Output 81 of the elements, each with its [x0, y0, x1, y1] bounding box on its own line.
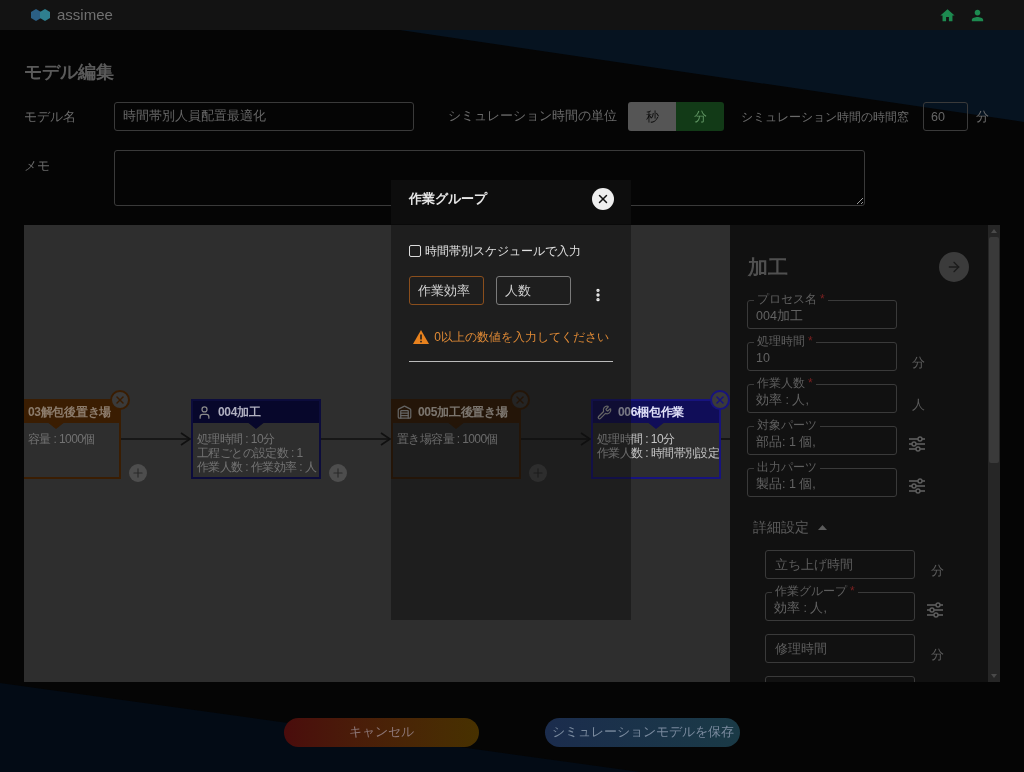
wrench-icon [597, 404, 612, 420]
person-icon [197, 404, 212, 420]
model-name-input[interactable]: 時間帯別人員配置最適化 [114, 102, 414, 131]
node-detail: 処理時間 : 10分 [597, 432, 676, 446]
sliders-icon[interactable] [908, 436, 926, 452]
checkbox-label: 時間帯別スケジュールで入力 [425, 243, 581, 259]
time-window-unit: 分 [976, 107, 989, 126]
remove-node-button[interactable] [510, 390, 530, 410]
field-label: 作業グループ * [772, 585, 858, 598]
process-node[interactable]: 03解包後置き場 容量 : 1000個 [24, 399, 121, 479]
field-label: 処理時間 * [754, 335, 816, 348]
field-label: 対象パーツ [754, 419, 820, 432]
scroll-up-icon [991, 229, 997, 233]
field-label: 出力パーツ [754, 461, 820, 474]
home-icon[interactable] [939, 6, 956, 24]
error-message: 0以上の数値を入力してください [434, 329, 609, 345]
connector-arrow [120, 432, 192, 446]
field-value: 10 [756, 350, 770, 366]
warehouse-icon [397, 404, 412, 420]
unit-option[interactable]: 秒 [628, 102, 676, 131]
field-value: 効率 : 人, [774, 600, 827, 616]
unit-label: 分 [931, 647, 944, 663]
node-detail: 作業人数 : 作業効率 : 人 [197, 460, 318, 474]
node-detail: 作業人数 : 時間帯別設定 [597, 446, 718, 460]
time-window-label: シミュレーション時間の時間窓 [741, 108, 910, 126]
remove-node-button[interactable] [110, 390, 130, 410]
process-node[interactable]: 006梱包作業 処理時間 : 10分 作業人数 : 時間帯別設定 [591, 399, 721, 479]
sliders-icon[interactable] [908, 478, 926, 494]
logo-icon [30, 8, 51, 22]
close-icon [714, 394, 726, 406]
field-value: 効率 : 人, [756, 392, 809, 408]
plus-icon [131, 466, 145, 480]
node-detail: 置き場容量 : 1000個 [397, 432, 499, 446]
panel-title: 加工 [748, 255, 788, 279]
caret-up-icon [818, 524, 827, 530]
node-detail: 工程ごとの設定数 : 1 [197, 446, 304, 460]
scrollbar-thumb[interactable] [989, 237, 999, 463]
save-button[interactable]: シミュレーションモデルを保存 [545, 718, 740, 747]
text-field[interactable]: 修理時間 [765, 634, 915, 663]
cancel-button[interactable]: キャンセル [284, 718, 479, 747]
node-detail: 容量 : 1000個 [28, 432, 96, 446]
details-toggle[interactable]: 詳細設定 [753, 517, 827, 537]
remove-node-button[interactable] [710, 390, 730, 410]
node-title: 03解包後置き場 [28, 405, 111, 419]
unit-option[interactable]: 分 [676, 102, 724, 131]
close-icon [514, 394, 526, 406]
field-value: 部品: 1 個, [756, 434, 816, 450]
warning-icon [413, 330, 430, 344]
node-detail: 処理時間 : 10分 [197, 432, 276, 446]
unit-label: 分 [931, 563, 944, 579]
field-label: 作業人数 * [754, 377, 816, 390]
dialog-title: 作業グループ [409, 190, 487, 208]
page-title: モデル編集 [24, 61, 115, 84]
scroll-down-icon [991, 674, 997, 678]
field-value: 004加工 [756, 308, 803, 324]
node-title: 005加工後置き場 [418, 405, 508, 419]
node-title: 004加工 [218, 405, 261, 419]
checkbox[interactable] [409, 245, 421, 257]
close-icon [596, 192, 610, 206]
sliders-icon[interactable] [926, 602, 944, 618]
time-unit-label: シミュレーション時間の単位 [448, 108, 618, 126]
text-field[interactable]: 立ち上げ時間 [765, 550, 915, 579]
node-title: 006梱包作業 [618, 405, 684, 419]
add-node-button[interactable] [329, 464, 347, 482]
logo-text: assimee [57, 6, 113, 24]
close-icon [114, 394, 126, 406]
connector-arrow [320, 432, 392, 446]
close-button[interactable] [592, 188, 614, 210]
time-window-input[interactable]: 60 [923, 102, 968, 131]
connector-arrow [520, 432, 592, 446]
process-node[interactable]: 004加工 処理時間 : 10分 工程ごとの設定数 : 1 作業人数 : 作業効率 : 人 [191, 399, 321, 479]
field-value: 製品: 1 個, [756, 476, 816, 492]
plus-icon [331, 466, 345, 480]
add-node-button[interactable] [129, 464, 147, 482]
memo-label: メモ [24, 158, 51, 174]
model-name-label: モデル名 [24, 107, 77, 126]
unit-label: 人 [912, 397, 925, 413]
next-button[interactable] [939, 252, 969, 282]
text-input[interactable]: 作業効率 [409, 276, 484, 305]
unit-label: 分 [912, 355, 925, 371]
text-input[interactable]: 人数 [496, 276, 571, 305]
